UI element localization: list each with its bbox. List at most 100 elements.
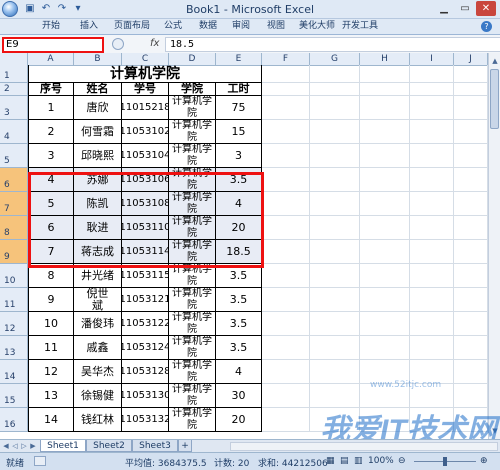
cell[interactable] (310, 83, 360, 96)
cell-hours[interactable]: 3.5 (216, 288, 262, 312)
cell-id[interactable]: 11053128 (122, 360, 169, 384)
cell[interactable] (310, 120, 360, 144)
cell[interactable] (360, 96, 410, 120)
cell-id[interactable]: 11053130 (122, 384, 169, 408)
tab-developer[interactable]: 开发工具 (342, 20, 378, 33)
help-icon[interactable]: ? (481, 21, 492, 32)
sheet-tab-2[interactable]: Sheet2 (86, 440, 132, 452)
first-sheet-icon[interactable]: ◀ (2, 441, 10, 452)
tab-data[interactable]: 数据 (199, 20, 217, 33)
row-header[interactable]: 8 (0, 216, 28, 240)
quick-access-dropdown-icon[interactable]: ▾ (72, 3, 84, 15)
cell[interactable] (360, 336, 410, 360)
name-box[interactable]: E9 (2, 37, 104, 53)
cell[interactable] (310, 360, 360, 384)
cell[interactable] (262, 65, 310, 83)
cell[interactable] (410, 288, 454, 312)
cell-hours[interactable]: 3.5 (216, 336, 262, 360)
cell-college[interactable]: 计算机学 院 (169, 360, 216, 384)
cell[interactable] (360, 288, 410, 312)
cell[interactable] (410, 216, 454, 240)
office-button-icon[interactable] (2, 1, 18, 17)
cell[interactable] (360, 144, 410, 168)
cell-hours[interactable]: 4 (216, 360, 262, 384)
cell-college[interactable]: 计算机学 院 (169, 336, 216, 360)
cell-hours[interactable]: 3 (216, 144, 262, 168)
cell-seq[interactable]: 2 (28, 120, 74, 144)
formula-cancel-icon[interactable] (112, 38, 124, 50)
sheet-title[interactable]: 计算机学院 (28, 65, 262, 83)
cell-seq[interactable]: 1 (28, 96, 74, 120)
cell[interactable] (454, 83, 488, 96)
tab-home[interactable]: 开始 (42, 20, 60, 33)
cell[interactable] (262, 96, 310, 120)
cell-seq[interactable]: 10 (28, 312, 74, 336)
last-sheet-icon[interactable]: ▶ (29, 441, 37, 452)
cell[interactable] (262, 83, 310, 96)
cell[interactable] (360, 240, 410, 264)
cell-college[interactable]: 计算机学 院 (169, 408, 216, 432)
cell-name[interactable]: 唐欣 (74, 96, 122, 120)
row-header[interactable]: 3 (0, 96, 28, 120)
cell[interactable] (262, 360, 310, 384)
minimize-icon[interactable]: ▁ (434, 1, 454, 16)
row-header[interactable]: 6 (0, 168, 28, 192)
column-label[interactable]: 学号 (122, 83, 169, 96)
cell-name[interactable]: 倪世 斌 (74, 288, 122, 312)
cell[interactable] (454, 360, 488, 384)
page-layout-view-icon[interactable]: ▤ (340, 456, 349, 466)
cell[interactable] (360, 168, 410, 192)
cell-hours[interactable]: 3.5 (216, 312, 262, 336)
cell[interactable] (310, 65, 360, 83)
row-header[interactable]: 16 (0, 408, 28, 432)
row-header[interactable]: 9 (0, 240, 28, 264)
column-header-h[interactable]: H (360, 53, 410, 65)
cell[interactable] (360, 264, 410, 288)
insert-sheet-icon[interactable]: + (178, 440, 192, 452)
insert-function-icon[interactable]: fx (150, 38, 159, 49)
cell[interactable] (310, 336, 360, 360)
prev-sheet-icon[interactable]: ◁ (11, 441, 19, 452)
cell[interactable] (410, 65, 454, 83)
row-header[interactable]: 12 (0, 312, 28, 336)
cell[interactable] (360, 120, 410, 144)
row-header[interactable]: 1 (0, 65, 28, 83)
cell-id[interactable]: 11053102 (122, 120, 169, 144)
cell[interactable] (454, 144, 488, 168)
row-header[interactable]: 13 (0, 336, 28, 360)
cell[interactable] (262, 312, 310, 336)
cell[interactable] (360, 65, 410, 83)
cell[interactable] (310, 240, 360, 264)
undo-icon[interactable]: ↶ (40, 3, 52, 15)
cell[interactable] (310, 144, 360, 168)
cell[interactable] (454, 96, 488, 120)
row-header[interactable]: 5 (0, 144, 28, 168)
column-label[interactable]: 工时 (216, 83, 262, 96)
cell[interactable] (454, 168, 488, 192)
cell[interactable] (454, 288, 488, 312)
cell[interactable] (262, 336, 310, 360)
column-header-j[interactable]: J (454, 53, 488, 65)
row-header[interactable]: 11 (0, 288, 28, 312)
page-break-view-icon[interactable]: ▥ (354, 456, 363, 466)
column-header-c[interactable]: C (122, 53, 169, 65)
cell[interactable] (262, 264, 310, 288)
cell-seq[interactable]: 9 (28, 288, 74, 312)
zoom-out-icon[interactable]: ⊖ (398, 456, 406, 466)
cell[interactable] (410, 240, 454, 264)
row-header[interactable]: 15 (0, 384, 28, 408)
save-icon[interactable]: ▣ (24, 3, 36, 15)
cell[interactable] (360, 312, 410, 336)
column-header-a[interactable]: A (28, 53, 74, 65)
cell[interactable] (454, 65, 488, 83)
cell[interactable] (410, 192, 454, 216)
column-header-e[interactable]: E (216, 53, 262, 65)
row-header[interactable]: 7 (0, 192, 28, 216)
scroll-up-icon[interactable]: ▲ (489, 55, 500, 67)
row-header[interactable]: 10 (0, 264, 28, 288)
tab-page-layout[interactable]: 页面布局 (114, 20, 150, 33)
cell[interactable] (454, 336, 488, 360)
tab-formulas[interactable]: 公式 (164, 20, 182, 33)
cell-seq[interactable]: 14 (28, 408, 74, 432)
column-header-f[interactable]: F (262, 53, 310, 65)
